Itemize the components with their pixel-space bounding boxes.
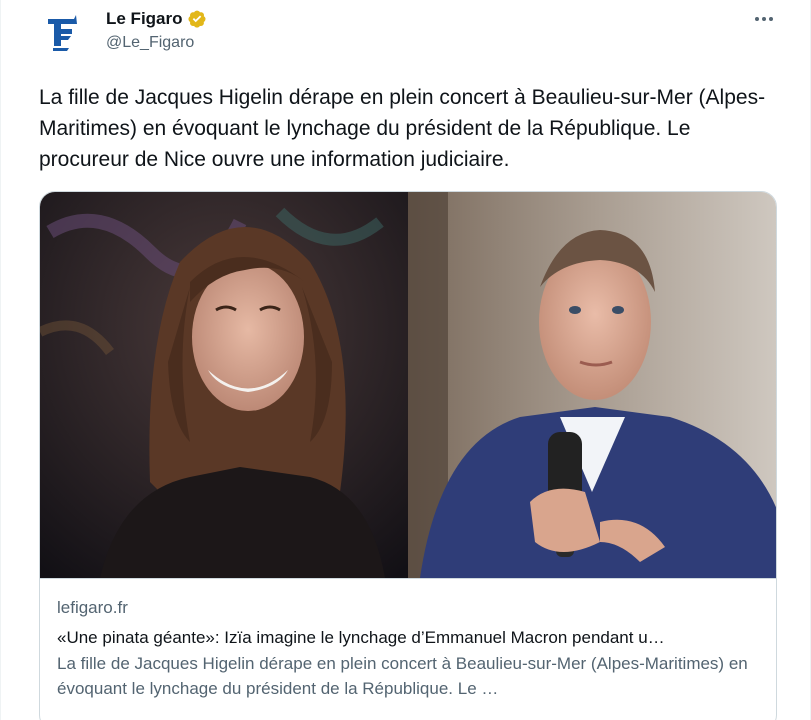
link-card[interactable]: lefigaro.fr «Une pinata géante»: Izïa im…: [39, 191, 777, 720]
card-description: La fille de Jacques Higelin dérape en pl…: [57, 654, 748, 698]
author-avatar[interactable]: [39, 8, 87, 56]
author-handle[interactable]: @Le_Figaro: [106, 34, 194, 52]
author-name-row: Le Figaro: [106, 8, 207, 30]
tweet[interactable]: Le Figaro @Le_Figaro La fille de Jacques…: [0, 0, 811, 720]
author-display-name[interactable]: Le Figaro: [106, 9, 183, 29]
more-options-icon[interactable]: [749, 6, 779, 32]
card-title: «Une pinata géante»: Izïa imagine le lyn…: [57, 628, 665, 647]
tweet-text: La fille de Jacques Higelin dérape en pl…: [39, 86, 766, 171]
card-domain: lefigaro.fr: [57, 598, 128, 617]
le-figaro-logo-icon: [39, 8, 87, 56]
card-body: lefigaro.fr «Une pinata géante»: Izïa im…: [40, 578, 776, 701]
verified-badge-icon[interactable]: [187, 9, 207, 29]
card-image[interactable]: [40, 192, 776, 578]
